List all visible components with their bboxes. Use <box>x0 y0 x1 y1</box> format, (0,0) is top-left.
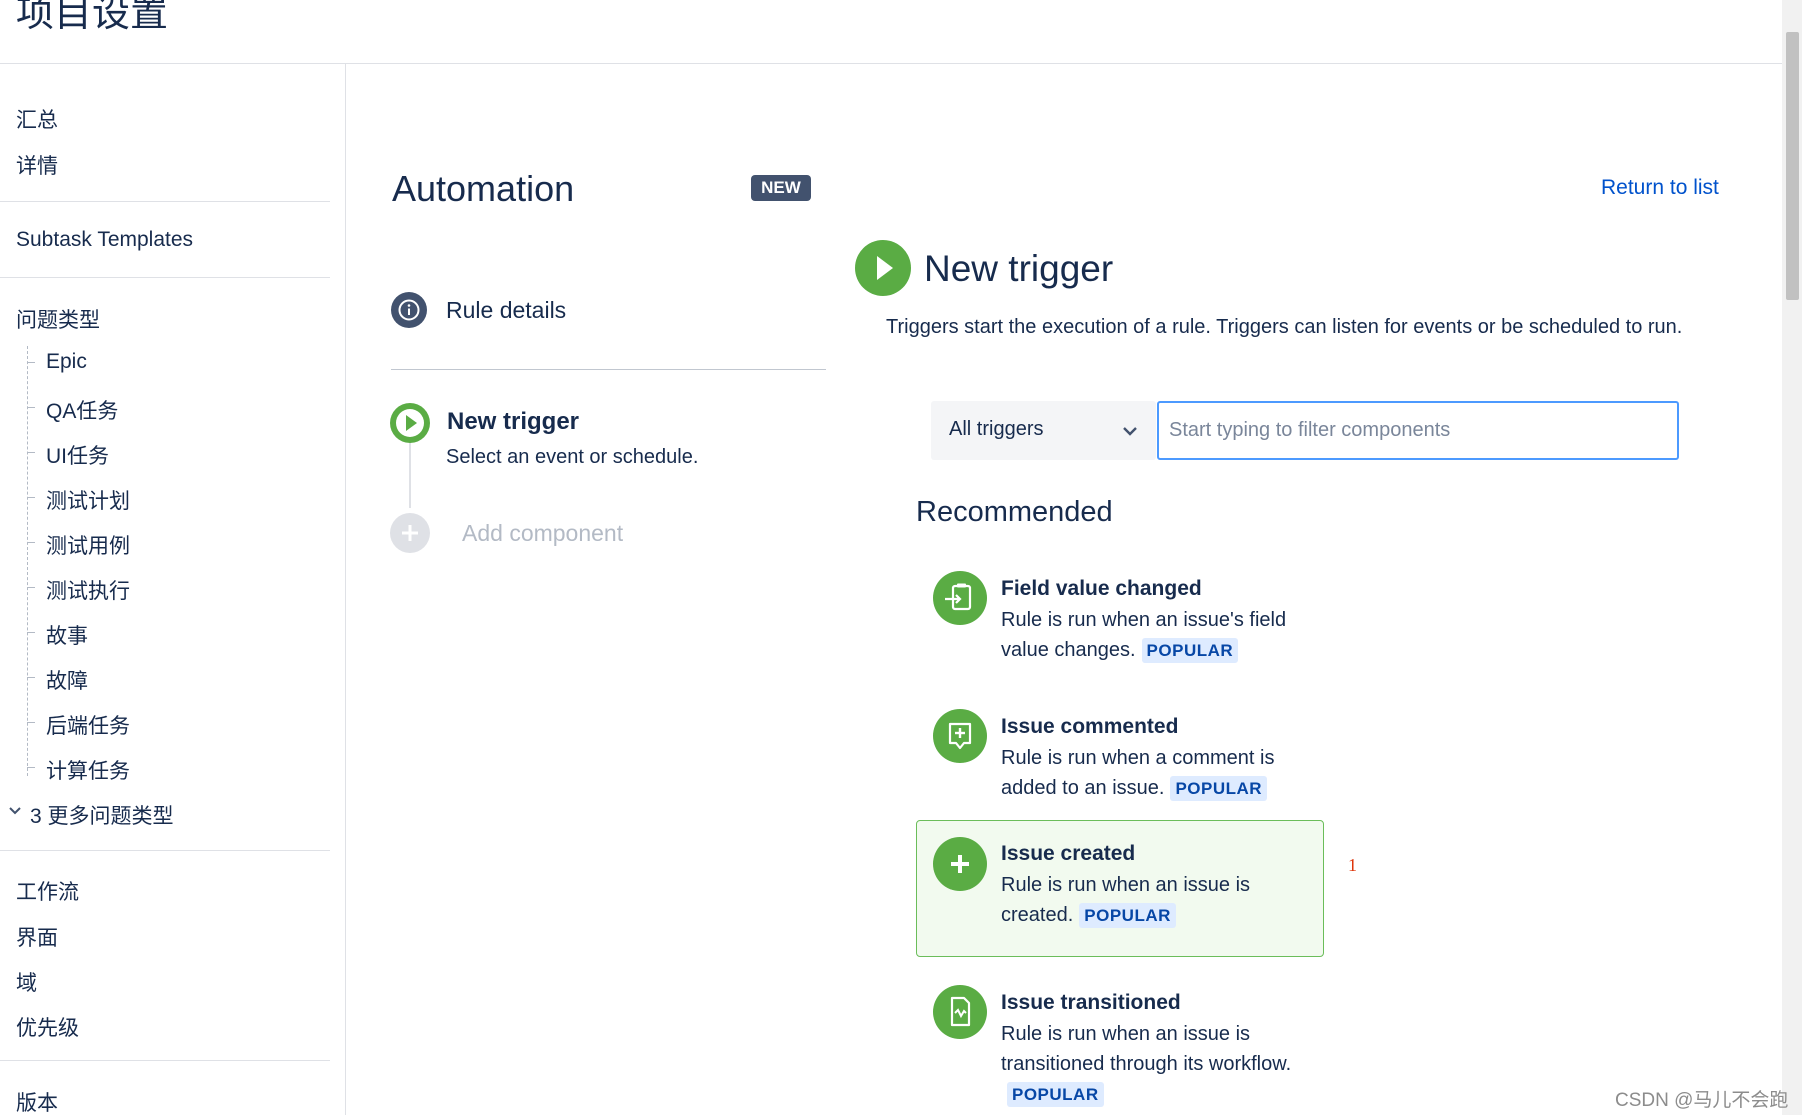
step-connector <box>409 440 411 508</box>
chevron-down-icon[interactable] <box>8 804 22 818</box>
sidebar-item-qa-task[interactable]: QA任务 <box>46 395 118 425</box>
page-scrollbar[interactable] <box>1782 0 1802 1115</box>
popular-badge: POPULAR <box>1007 1082 1104 1107</box>
watermark: CSDN @马儿不会跑 <box>1615 1090 1789 1111</box>
sidebar-item-test-case[interactable]: 测试用例 <box>46 530 130 560</box>
sidebar-item-versions[interactable]: 版本 <box>16 1087 58 1117</box>
trigger-card-title: Issue transitioned <box>1001 991 1181 1014</box>
page-header: 项目设置 <box>0 0 1782 64</box>
sidebar-item-backend-task[interactable]: 后端任务 <box>46 710 130 740</box>
trigger-card-desc-text: Rule is run when an issue is transitione… <box>1001 1023 1292 1075</box>
plus-icon <box>933 837 987 891</box>
popular-badge: POPULAR <box>1170 776 1268 801</box>
sidebar-item-test-plan[interactable]: 测试计划 <box>46 485 130 515</box>
trigger-step-desc: Select an event or schedule. <box>446 446 699 468</box>
trigger-type-select-value: All triggers <box>949 418 1044 440</box>
sidebar-item-details[interactable]: 详情 <box>16 150 58 180</box>
play-icon <box>855 240 911 296</box>
trigger-type-select[interactable]: All triggers <box>931 401 1156 460</box>
trigger-card-title: Issue created <box>1001 842 1136 865</box>
panel-description: Triggers start the execution of a rule. … <box>886 316 1683 338</box>
sidebar-item-test-execution[interactable]: 测试执行 <box>46 575 130 605</box>
sidebar-item-summary[interactable]: 汇总 <box>16 104 58 134</box>
filter-components-input[interactable] <box>1157 401 1679 460</box>
sidebar-item-issue-types[interactable]: 问题类型 <box>16 304 100 334</box>
sidebar-divider <box>0 1060 330 1061</box>
trigger-step-title[interactable]: New trigger <box>447 408 579 436</box>
chevron-down-icon <box>1123 427 1137 436</box>
trigger-card-desc: Rule is run when an issue is created. POP… <box>1001 870 1321 930</box>
play-icon[interactable] <box>390 403 430 443</box>
automation-title: Automation <box>392 168 575 209</box>
sidebar-divider <box>0 850 330 851</box>
sidebar-item-bug[interactable]: 故障 <box>46 665 88 695</box>
trigger-card-issue-transitioned[interactable]: Issue transitioned Rule is run when an i… <box>916 964 1324 1114</box>
add-circle-icon[interactable] <box>390 513 430 553</box>
new-badge: NEW <box>751 175 811 201</box>
tree-line <box>27 346 29 776</box>
tree-tick <box>27 722 35 723</box>
annotation-marker: 1 <box>1348 855 1357 875</box>
sidebar-item-priorities[interactable]: 优先级 <box>16 1012 79 1042</box>
recommended-heading: Recommended <box>916 496 1113 528</box>
sidebar-divider <box>0 277 330 278</box>
add-component-link[interactable]: Add component <box>462 520 623 547</box>
popular-badge: POPULAR <box>1141 638 1239 663</box>
comment-add-icon <box>933 709 987 763</box>
sidebar-item-compute-task[interactable]: 计算任务 <box>46 755 130 785</box>
sidebar: 汇总 详情 Subtask Templates 问题类型 Epic QA任务 U… <box>0 64 346 1115</box>
transition-icon <box>933 985 987 1039</box>
panel-title: New trigger <box>924 248 1114 289</box>
popular-badge: POPULAR <box>1079 903 1176 928</box>
sidebar-item-fields[interactable]: 域 <box>16 967 37 997</box>
trigger-card-title: Issue commented <box>1001 715 1179 738</box>
tree-tick <box>27 362 35 363</box>
page-title: 项目设置 <box>16 0 169 35</box>
sidebar-item-subtask-templates[interactable]: Subtask Templates <box>16 228 193 252</box>
sidebar-item-story[interactable]: 故事 <box>46 620 88 650</box>
sidebar-item-workflows[interactable]: 工作流 <box>16 876 79 906</box>
return-to-list-link[interactable]: Return to list <box>1601 176 1719 200</box>
rule-details-link[interactable]: Rule details <box>446 297 566 324</box>
tree-tick <box>27 452 35 453</box>
tree-tick <box>27 542 35 543</box>
field-change-icon <box>933 571 987 625</box>
tree-tick <box>27 767 35 768</box>
sidebar-item-ui-task[interactable]: UI任务 <box>46 440 109 470</box>
builder-divider <box>391 369 826 370</box>
trigger-card-field-value-changed[interactable]: Field value changed Rule is run when an … <box>916 550 1324 687</box>
tree-tick <box>27 677 35 678</box>
trigger-card-desc: Rule is run when an issue's field value … <box>1001 605 1321 665</box>
tree-tick <box>27 587 35 588</box>
sidebar-item-more-types[interactable]: 3 更多问题类型 <box>30 800 174 830</box>
sidebar-item-epic[interactable]: Epic <box>46 350 87 374</box>
trigger-card-desc: Rule is run when an issue is transitione… <box>1001 1019 1321 1109</box>
tree-tick <box>27 497 35 498</box>
tree-tick <box>27 407 35 408</box>
sidebar-item-screens[interactable]: 界面 <box>16 922 58 952</box>
sidebar-divider <box>0 201 330 202</box>
info-icon[interactable] <box>391 292 427 328</box>
scrollbar-thumb[interactable] <box>1786 32 1799 300</box>
trigger-card-issue-commented[interactable]: Issue commented Rule is run when a comme… <box>916 688 1324 825</box>
tree-tick <box>27 632 35 633</box>
trigger-card-title: Field value changed <box>1001 577 1202 600</box>
trigger-card-desc: Rule is run when a comment is added to a… <box>1001 743 1321 803</box>
trigger-card-issue-created[interactable]: Issue created Rule is run when an issue … <box>916 820 1324 957</box>
